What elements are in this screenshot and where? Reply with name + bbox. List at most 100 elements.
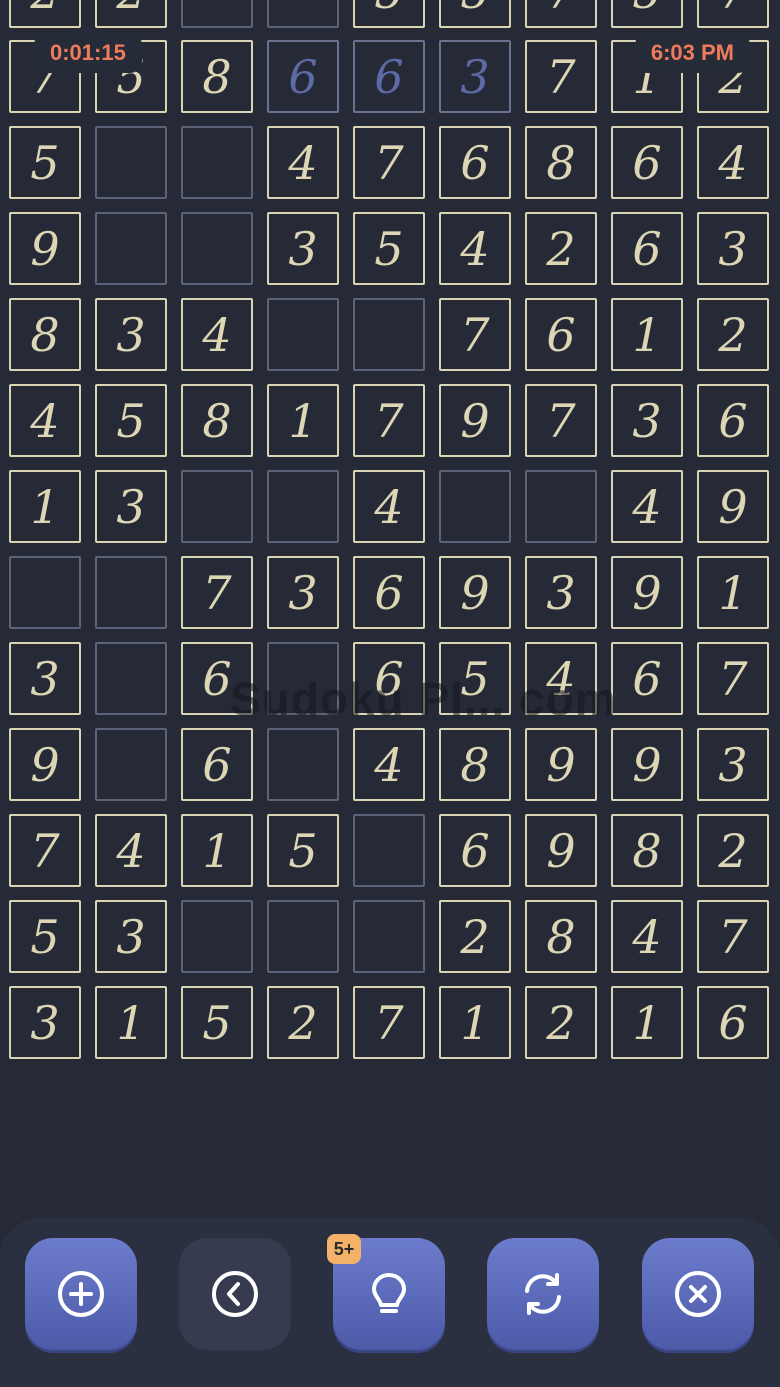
grid-cell[interactable]: 6	[525, 298, 597, 371]
grid-cell[interactable]: 5	[181, 986, 253, 1059]
grid-cell[interactable]: 7	[181, 556, 253, 629]
grid-cell[interactable]: 1	[611, 298, 683, 371]
grid-cell[interactable]: 9	[525, 728, 597, 801]
grid-cell[interactable]: 9	[525, 814, 597, 887]
grid-cell[interactable]: 1	[9, 470, 81, 543]
grid-cell[interactable]: 1	[95, 986, 167, 1059]
grid-cell[interactable]: 8	[525, 126, 597, 199]
grid-cell[interactable]: 4	[525, 642, 597, 715]
grid-cell[interactable]: 6	[181, 728, 253, 801]
grid-cell[interactable]: 3	[611, 384, 683, 457]
grid-cell[interactable]: 3	[697, 728, 769, 801]
grid-cell[interactable]: 5	[439, 0, 511, 28]
grid-cell[interactable]	[267, 728, 339, 801]
grid-cell[interactable]: 3	[267, 556, 339, 629]
grid-cell[interactable]: 6	[353, 556, 425, 629]
close-button[interactable]	[642, 1238, 754, 1350]
grid-cell[interactable]	[181, 126, 253, 199]
grid-cell[interactable]: 6	[439, 126, 511, 199]
grid-cell[interactable]	[95, 642, 167, 715]
grid-cell[interactable]	[95, 212, 167, 285]
grid-cell[interactable]	[267, 900, 339, 973]
grid-cell[interactable]: 4	[9, 384, 81, 457]
undo-button[interactable]	[179, 1238, 291, 1350]
grid-cell[interactable]	[267, 0, 339, 28]
grid-cell[interactable]: 6	[353, 642, 425, 715]
grid-cell[interactable]: 8	[181, 40, 253, 113]
add-button[interactable]	[25, 1238, 137, 1350]
grid-cell[interactable]	[181, 212, 253, 285]
grid-cell[interactable]: 3	[439, 40, 511, 113]
grid-cell[interactable]: 6	[353, 40, 425, 113]
grid-cell[interactable]: 6	[697, 384, 769, 457]
grid-cell[interactable]: 5	[611, 0, 683, 28]
grid-cell[interactable]: 4	[611, 470, 683, 543]
grid-cell[interactable]	[353, 814, 425, 887]
grid-cell[interactable]: 1	[181, 814, 253, 887]
grid-cell[interactable]: 7	[697, 642, 769, 715]
grid-cell[interactable]	[267, 642, 339, 715]
grid-cell[interactable]: 9	[611, 728, 683, 801]
grid-cell[interactable]: 7	[9, 814, 81, 887]
grid-cell[interactable]	[525, 470, 597, 543]
grid-cell[interactable]	[181, 470, 253, 543]
grid-cell[interactable]: 4	[439, 212, 511, 285]
grid-cell[interactable]	[439, 470, 511, 543]
grid-cell[interactable]: 7	[439, 298, 511, 371]
grid-cell[interactable]: 3	[95, 298, 167, 371]
grid-cell[interactable]	[95, 728, 167, 801]
grid-cell[interactable]	[267, 298, 339, 371]
grid-cell[interactable]: 4	[353, 470, 425, 543]
grid-cell[interactable]: 3	[267, 212, 339, 285]
grid-cell[interactable]: 2	[525, 212, 597, 285]
grid-cell[interactable]: 4	[181, 298, 253, 371]
grid-cell[interactable]: 3	[95, 900, 167, 973]
grid-cell[interactable]: 2	[525, 986, 597, 1059]
grid-cell[interactable]: 8	[181, 384, 253, 457]
grid-cell[interactable]: 6	[697, 986, 769, 1059]
grid-cell[interactable]: 4	[95, 814, 167, 887]
grid-cell[interactable]: 1	[697, 556, 769, 629]
grid-cell[interactable]: 3	[9, 642, 81, 715]
grid-cell[interactable]: 5	[267, 814, 339, 887]
grid-cell[interactable]: 2	[439, 900, 511, 973]
grid-cell[interactable]: 7	[353, 384, 425, 457]
grid-cell[interactable]: 7	[525, 40, 597, 113]
grid-cell[interactable]: 2	[95, 0, 167, 28]
grid-cell[interactable]: 4	[611, 900, 683, 973]
grid-cell[interactable]: 7	[697, 0, 769, 28]
grid-cell[interactable]	[95, 126, 167, 199]
grid-cell[interactable]: 8	[9, 298, 81, 371]
grid-cell[interactable]: 9	[9, 212, 81, 285]
grid-cell[interactable]	[267, 470, 339, 543]
grid-cell[interactable]: 5	[353, 0, 425, 28]
grid-cell[interactable]: 4	[267, 126, 339, 199]
grid-cell[interactable]: 5	[9, 126, 81, 199]
grid-cell[interactable]: 6	[611, 642, 683, 715]
grid-cell[interactable]: 3	[95, 470, 167, 543]
grid-cell[interactable]	[9, 556, 81, 629]
grid-cell[interactable]: 5	[95, 384, 167, 457]
grid-cell[interactable]: 2	[267, 986, 339, 1059]
grid-cell[interactable]: 7	[525, 384, 597, 457]
grid-cell[interactable]: 9	[439, 556, 511, 629]
grid-cell[interactable]: 9	[439, 384, 511, 457]
grid-cell[interactable]: 9	[611, 556, 683, 629]
grid-cell[interactable]: 6	[611, 212, 683, 285]
grid-cell[interactable]: 5	[353, 212, 425, 285]
grid-cell[interactable]: 7	[525, 0, 597, 28]
grid-cell[interactable]: 4	[353, 728, 425, 801]
grid-cell[interactable]: 1	[611, 986, 683, 1059]
grid-cell[interactable]: 5	[9, 900, 81, 973]
grid-cell[interactable]	[353, 298, 425, 371]
grid-cell[interactable]	[353, 900, 425, 973]
grid-cell[interactable]: 1	[439, 986, 511, 1059]
grid-cell[interactable]: 7	[353, 986, 425, 1059]
grid-cell[interactable]: 6	[267, 40, 339, 113]
grid-cell[interactable]: 7	[353, 126, 425, 199]
grid-cell[interactable]: 7	[697, 900, 769, 973]
grid-cell[interactable]	[181, 900, 253, 973]
grid-cell[interactable]	[95, 556, 167, 629]
grid-cell[interactable]: 6	[611, 126, 683, 199]
grid-cell[interactable]	[181, 0, 253, 28]
